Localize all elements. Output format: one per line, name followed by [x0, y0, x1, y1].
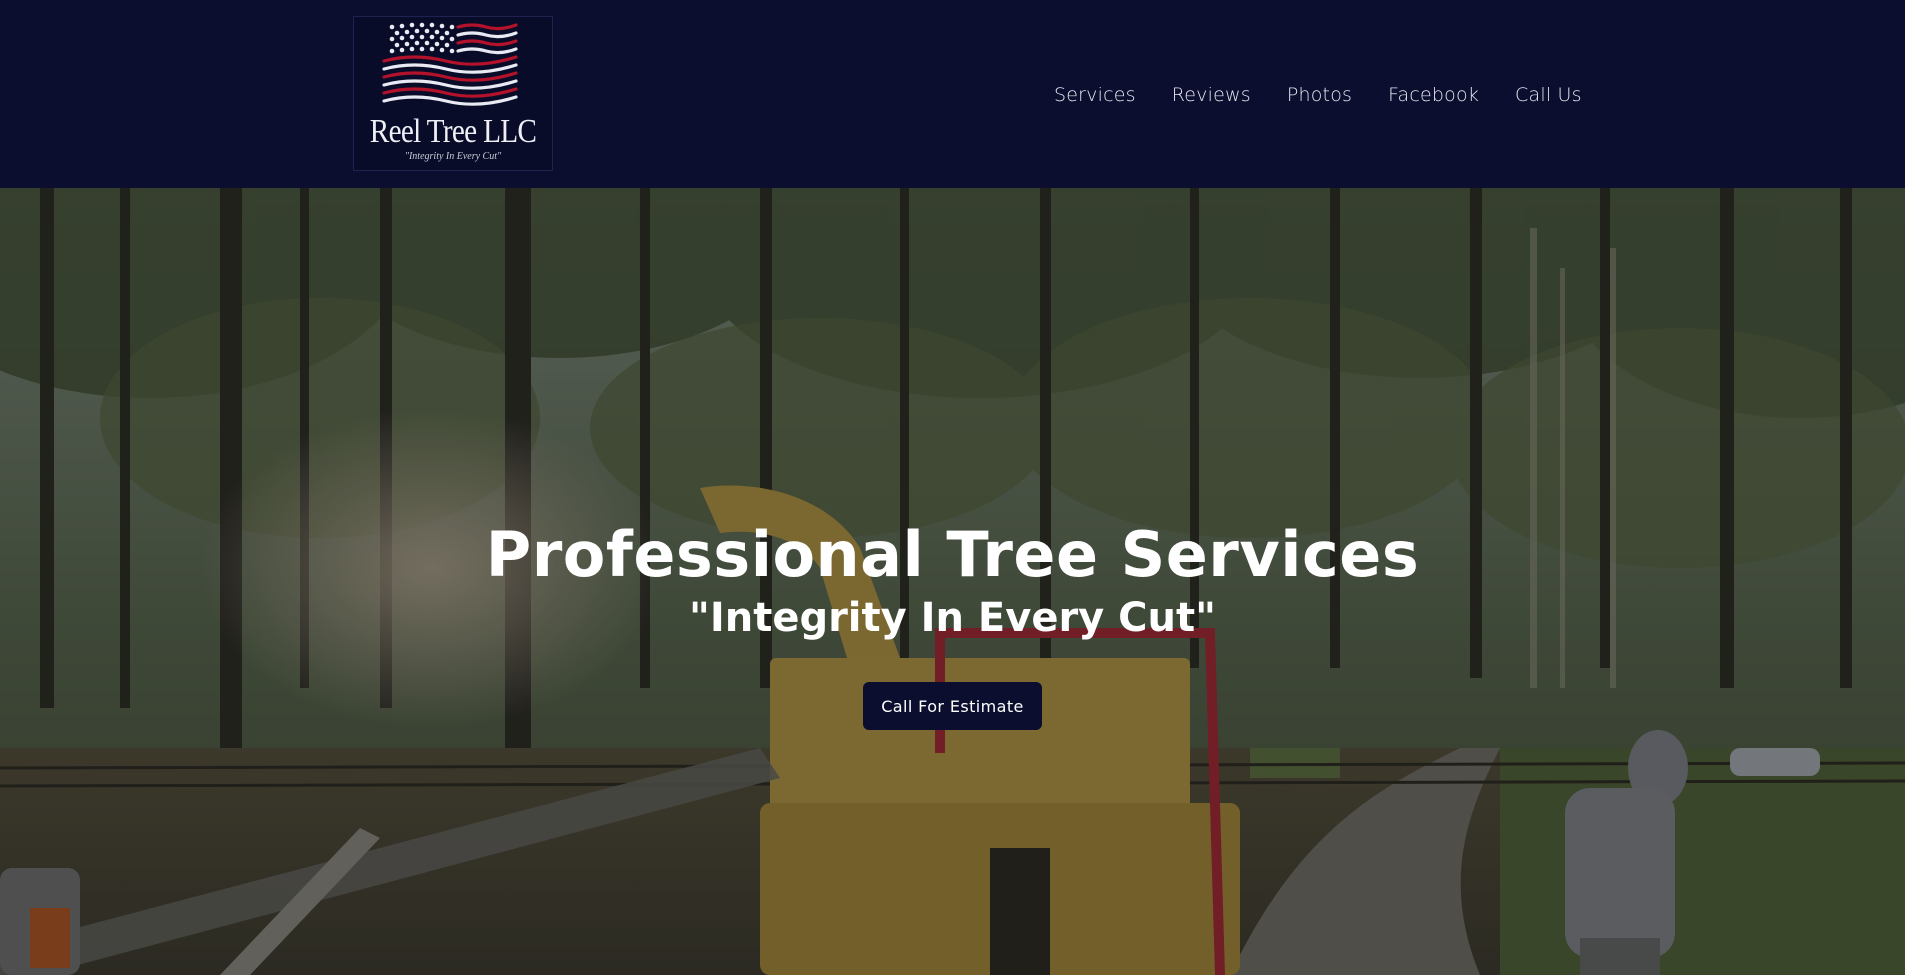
brand-logo[interactable]: Reel Tree LLC "Integrity In Every Cut" [353, 16, 553, 171]
nav-facebook-link[interactable]: Facebook [1388, 84, 1479, 106]
hero-section: Professional Tree Services "Integrity In… [0, 188, 1905, 975]
nav-photos-link[interactable]: Photos [1287, 84, 1352, 106]
call-for-estimate-button[interactable]: Call For Estimate [863, 682, 1042, 730]
nav-call-us-link[interactable]: Call Us [1515, 84, 1582, 106]
nav-services-link[interactable]: Services [1054, 84, 1136, 106]
hero-title: Professional Tree Services [485, 518, 1420, 591]
main-nav: Services Reviews Photos Facebook Call Us [1054, 80, 1582, 110]
site-header: Reel Tree LLC "Integrity In Every Cut" S… [0, 0, 1905, 188]
brand-name: Reel Tree LLC [369, 113, 537, 150]
hero-subtitle: "Integrity In Every Cut" [689, 595, 1216, 641]
nav-reviews-link[interactable]: Reviews [1172, 84, 1251, 106]
brand-tagline: "Integrity In Every Cut" [404, 151, 502, 162]
